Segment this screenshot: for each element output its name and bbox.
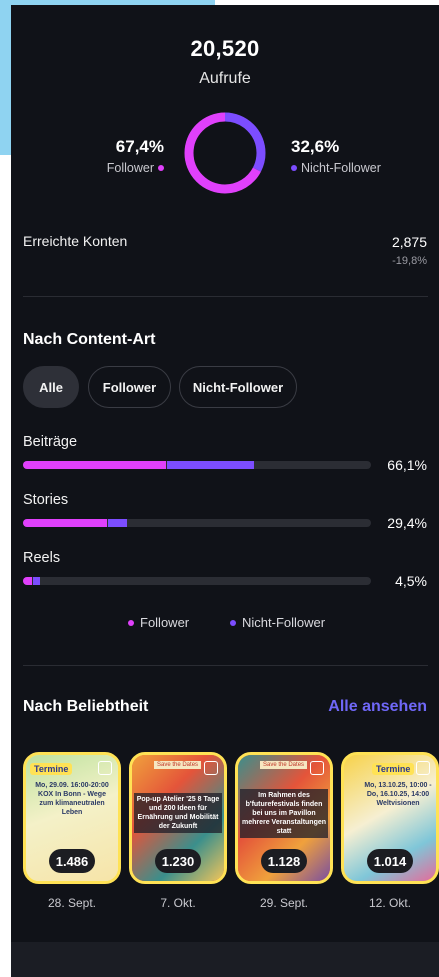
reached-accounts-value: 2,875 — [391, 234, 427, 250]
post-3-views: 1.128 — [261, 849, 307, 873]
thumb-1-caption: Mo, 29.09. 16:00-20:00 KOX In Bonn - Weg… — [35, 782, 109, 816]
post-thumbnail-1[interactable]: Termine Mo, 29.09. 16:00-20:00 KOX In Bo… — [23, 752, 121, 884]
bar-track-reels — [23, 577, 371, 585]
bar-pct-reels: 4,5% — [395, 573, 427, 589]
bar-pct-stories: 29,4% — [387, 515, 427, 531]
filter-chip-follower[interactable]: Follower — [88, 366, 171, 408]
bar-track-stories — [23, 519, 371, 527]
content-type-title: Nach Content-Art — [23, 331, 156, 348]
bar-label-stories: Stories — [23, 492, 69, 508]
total-views-value: 20,520 — [190, 36, 260, 61]
checkbox-icon[interactable] — [98, 761, 112, 775]
bar-posts-follower — [23, 461, 166, 469]
reached-accounts-delta: -19,8% — [392, 255, 427, 267]
bar-reels-follower — [23, 577, 32, 585]
post-thumbnail-3[interactable]: Save the Dates Im Rahmen des b'futurefes… — [235, 752, 333, 884]
views-donut-chart — [184, 112, 266, 194]
legend-follower-dot-icon — [128, 619, 134, 626]
nonfollower-label: Nicht-Follower — [301, 161, 381, 175]
nonfollower-split: 32,6% Nicht-Follower — [291, 137, 381, 175]
checkbox-icon[interactable] — [310, 761, 324, 775]
thumb-2-tag: Save the Dates — [154, 761, 202, 769]
nonfollower-percent: 32,6% — [291, 137, 340, 156]
post-thumbnail-4[interactable]: Termine Mo, 13.10.25, 10:00 - Do, 16.10.… — [341, 752, 439, 884]
bar-stories-follower — [23, 519, 107, 527]
follower-percent: 67,4% — [115, 137, 164, 156]
post-1-date: 28. Sept. — [47, 896, 97, 910]
legend-nonfollower: Nicht-Follower — [230, 615, 325, 630]
bar-label-reels: Reels — [23, 550, 61, 566]
post-2-views: 1.230 — [155, 849, 201, 873]
legend-nonfollower-dot-icon — [230, 619, 236, 626]
legend-nonfollower-label: Nicht-Follower — [242, 615, 326, 630]
post-1-views: 1.486 — [49, 849, 95, 873]
legend-follower: Follower — [128, 615, 189, 630]
post-3-date: 29. Sept. — [259, 896, 309, 910]
post-2-date: 7. Okt. — [160, 896, 196, 910]
bar-label-posts: Beiträge — [23, 434, 78, 450]
filter-chip-nonfollower[interactable]: Nicht-Follower — [179, 366, 297, 408]
divider — [23, 296, 428, 297]
popularity-title: Nach Beliebtheit — [23, 698, 149, 715]
legend-follower-label: Follower — [140, 615, 190, 630]
thumb-3-tag: Save the Dates — [260, 761, 308, 769]
divider — [23, 665, 428, 666]
post-4-views: 1.014 — [367, 849, 413, 873]
bottom-section-edge — [11, 942, 439, 977]
post-4-date: 12. Okt. — [368, 896, 412, 910]
total-views-label: Aufrufe — [199, 70, 251, 87]
see-all-link[interactable]: Alle ansehen — [328, 698, 427, 716]
nonfollower-dot-icon — [291, 165, 297, 171]
thumb-2-caption: Pop-up Atelier '25 8 Tage und 200 Ideen … — [134, 793, 222, 833]
bar-stories-nonfollower — [107, 519, 127, 527]
filter-chip-all[interactable]: Alle — [23, 366, 79, 408]
insights-panel: 20,520 Aufrufe 67,4% Follower 32,6% Nich… — [11, 5, 439, 977]
thumb-1-tag: Termine — [30, 763, 73, 775]
bar-reels-nonfollower — [32, 577, 40, 585]
bar-posts-nonfollower — [166, 461, 254, 469]
thumb-4-caption: Mo, 13.10.25, 10:00 - Do, 16.10.25, 14:0… — [364, 782, 432, 807]
checkbox-icon[interactable] — [204, 761, 218, 775]
checkbox-icon[interactable] — [416, 761, 430, 775]
follower-split: 67,4% Follower — [107, 137, 164, 175]
post-thumbnail-2[interactable]: Save the Dates Pop-up Atelier '25 8 Tage… — [129, 752, 227, 884]
bar-track-posts — [23, 461, 371, 469]
follower-dot-icon — [158, 165, 164, 171]
bar-pct-posts: 66,1% — [387, 457, 427, 473]
reached-accounts-label: Erreichte Konten — [23, 233, 128, 249]
follower-label: Follower — [106, 161, 154, 175]
thumb-3-caption: Im Rahmen des b'futurefestivals finden b… — [240, 789, 328, 838]
thumb-4-tag: Termine — [372, 763, 415, 775]
